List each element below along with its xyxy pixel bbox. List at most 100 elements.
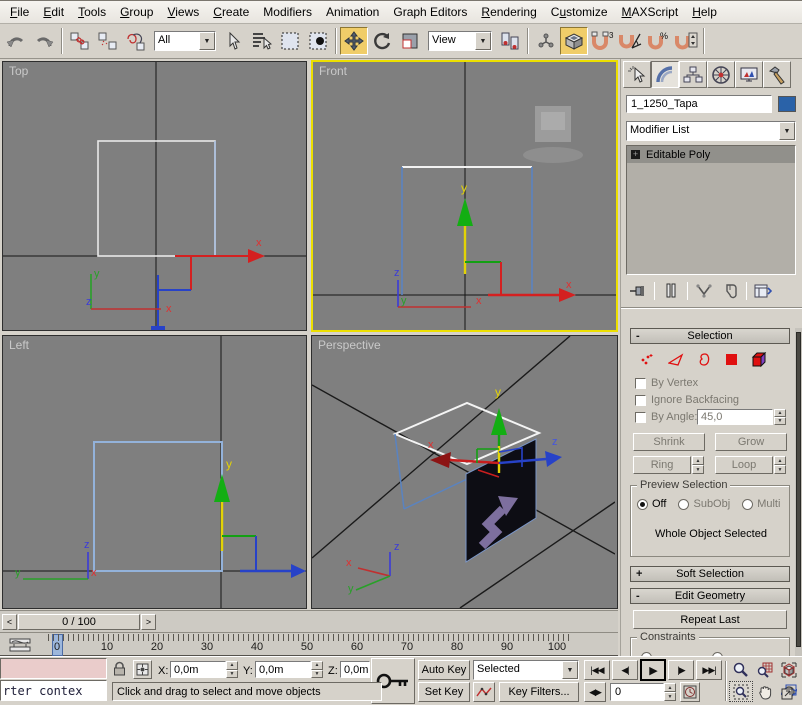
y-coordinate-field[interactable]: 0,0m: [255, 661, 311, 678]
x-coordinate-field[interactable]: 0,0m: [170, 661, 226, 678]
set-key-button[interactable]: Set Key: [418, 682, 470, 702]
command-panel-scrollbar[interactable]: [795, 328, 802, 657]
viewport-left[interactable]: Left y z y x: [2, 335, 307, 609]
object-name-field[interactable]: 1_1250_Tapa: [626, 95, 772, 113]
y-spinner[interactable]: ▲▼: [311, 661, 323, 678]
shrink-button[interactable]: Shrink: [633, 433, 705, 451]
spinner-up-icon[interactable]: ▲: [664, 683, 676, 692]
angle-snap-magnet-button[interactable]: [616, 27, 644, 55]
undo-button[interactable]: [2, 27, 30, 55]
menu-item-modifiers[interactable]: Modifiers: [256, 3, 319, 21]
tab-hierarchy[interactable]: [679, 61, 707, 88]
go-to-start-button[interactable]: |◀◀: [584, 660, 610, 680]
select-and-move-button[interactable]: [340, 27, 368, 55]
tab-modify[interactable]: [651, 61, 679, 88]
by-vertex-checkbox-row[interactable]: By Vertex: [635, 377, 698, 389]
loop-button[interactable]: Loop: [715, 456, 773, 474]
spinner-up-icon[interactable]: ▲: [774, 456, 786, 465]
selection-filter-dropdown[interactable]: All ▼: [154, 31, 216, 51]
edge-subobject-icon[interactable]: [667, 351, 684, 368]
select-by-name-button[interactable]: [248, 27, 276, 55]
remove-modifier-button[interactable]: [717, 280, 743, 302]
preview-multi-radio-row[interactable]: Multi: [742, 498, 780, 510]
snap-3d-magnet-button[interactable]: 3: [588, 27, 616, 55]
scrollbar-thumb[interactable]: [796, 332, 801, 647]
window-crossing-toggle-button[interactable]: [304, 27, 332, 55]
by-angle-checkbox[interactable]: [635, 412, 646, 423]
tab-create[interactable]: [623, 61, 651, 88]
absolute-offset-mode-button[interactable]: [133, 660, 152, 679]
spinner-down-icon[interactable]: ▼: [774, 465, 786, 474]
play-animation-button[interactable]: ▶: [640, 659, 666, 681]
chevron-down-icon[interactable]: ▼: [779, 122, 795, 140]
spinner-down-icon[interactable]: ▼: [311, 670, 323, 679]
menu-item-customize[interactable]: Customize: [544, 3, 615, 21]
viewport-front[interactable]: Front y x z y x: [311, 60, 618, 332]
key-mode-toggle-button[interactable]: ◀▶: [584, 682, 606, 702]
menu-item-views[interactable]: Views: [160, 3, 206, 21]
zoom-region-button[interactable]: [729, 681, 753, 702]
zoom-all-button[interactable]: [753, 659, 777, 680]
maxscript-macro-recorder[interactable]: [0, 658, 107, 679]
menu-item-help[interactable]: Help: [685, 3, 724, 21]
key-filter-scope-dropdown[interactable]: Selected ▼: [473, 660, 579, 680]
rectangular-selection-region-button[interactable]: [276, 27, 304, 55]
bind-to-space-warp-button[interactable]: [122, 27, 150, 55]
menu-item-create[interactable]: Create: [206, 3, 256, 21]
time-slider-prev-button[interactable]: <: [2, 614, 17, 630]
preview-multi-radio[interactable]: [742, 499, 753, 510]
ignore-backfacing-checkbox-row[interactable]: Ignore Backfacing: [635, 394, 739, 406]
spinner-snap-magnet-button[interactable]: [672, 27, 700, 55]
chevron-down-icon[interactable]: ▼: [475, 32, 491, 50]
spinner-up-icon[interactable]: ▲: [226, 661, 238, 670]
next-frame-button[interactable]: |▶: [668, 660, 694, 680]
chevron-down-icon[interactable]: ▼: [562, 661, 578, 679]
track-bar[interactable]: 0102030405060708090100: [0, 632, 618, 656]
pin-stack-button[interactable]: [625, 280, 651, 302]
rollout-soft-selection[interactable]: + Soft Selection: [630, 566, 790, 582]
preview-off-radio[interactable]: [637, 499, 648, 510]
spinner-up-icon[interactable]: ▲: [774, 409, 786, 417]
show-end-result-button[interactable]: [658, 280, 684, 302]
viewport-perspective[interactable]: Perspective y x z: [311, 335, 618, 609]
default-in-out-tangents-button[interactable]: [473, 682, 495, 702]
menu-item-rendering[interactable]: Rendering: [474, 3, 543, 21]
stack-expand-icon[interactable]: +: [631, 150, 640, 159]
previous-frame-button[interactable]: ◀|: [612, 660, 638, 680]
spinner-down-icon[interactable]: ▼: [226, 670, 238, 679]
spinner-down-icon[interactable]: ▼: [692, 465, 704, 474]
menu-item-maxscript[interactable]: MAXScript: [615, 3, 686, 21]
time-slider-thumb[interactable]: 0 / 100: [18, 614, 140, 630]
preview-subobj-radio[interactable]: [678, 499, 689, 510]
selection-lock-icon[interactable]: [113, 661, 126, 680]
ring-button[interactable]: Ring: [633, 456, 691, 474]
tab-motion[interactable]: [707, 61, 735, 88]
spinner-down-icon[interactable]: ▼: [774, 417, 786, 425]
modifier-stack-item-editable-poly[interactable]: + Editable Poly: [627, 146, 795, 163]
spinner-down-icon[interactable]: ▼: [664, 692, 676, 701]
by-angle-checkbox-row[interactable]: By Angle:: [635, 411, 697, 423]
reference-coordinate-system-dropdown[interactable]: View ▼: [428, 31, 492, 51]
object-color-swatch[interactable]: [778, 96, 796, 112]
maxscript-mini-listener[interactable]: rter contex: [0, 680, 107, 701]
select-object-button[interactable]: [220, 27, 248, 55]
modifier-stack[interactable]: + Editable Poly: [626, 145, 796, 275]
rollout-selection[interactable]: - Selection: [630, 328, 790, 344]
by-angle-field[interactable]: 45,0: [697, 409, 773, 425]
z-coordinate-field[interactable]: 0,0m: [340, 661, 370, 678]
tab-display[interactable]: [735, 61, 763, 88]
frame-spinner[interactable]: ▲▼: [664, 683, 676, 701]
auto-key-button[interactable]: Auto Key: [418, 660, 470, 680]
current-frame-field[interactable]: 0: [610, 683, 664, 701]
spinner-up-icon[interactable]: ▲: [692, 456, 704, 465]
time-configuration-button[interactable]: [680, 682, 700, 702]
polygon-subobject-icon[interactable]: [723, 351, 740, 368]
preview-subobj-radio-row[interactable]: SubObj: [678, 498, 730, 510]
menu-item-edit[interactable]: Edit: [36, 3, 71, 21]
select-and-link-button[interactable]: [66, 27, 94, 55]
spinner-up-icon[interactable]: ▲: [311, 661, 323, 670]
by-angle-spinner[interactable]: ▲▼: [774, 409, 786, 425]
repeat-last-button[interactable]: Repeat Last: [633, 610, 787, 629]
configure-modifier-sets-button[interactable]: [750, 280, 776, 302]
viewport-top[interactable]: Top x y z x: [2, 61, 307, 331]
